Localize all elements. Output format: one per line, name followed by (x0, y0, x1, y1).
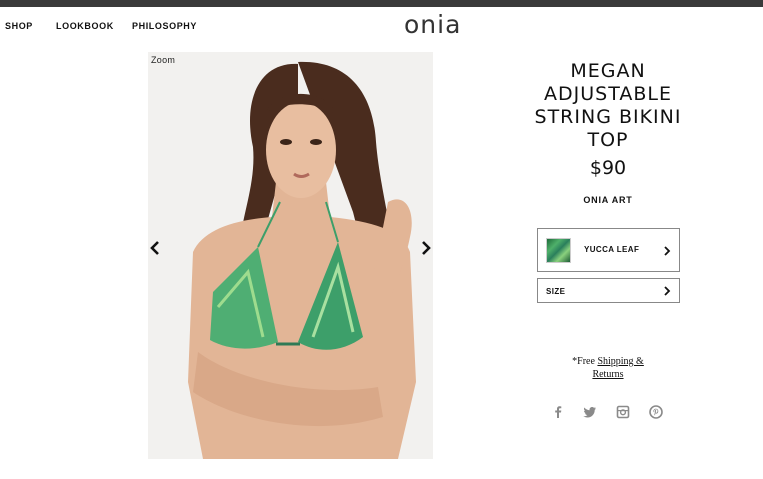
twitter-icon (583, 407, 596, 418)
returns-link[interactable]: Returns (592, 369, 623, 380)
color-label: YUCCA LEAF (584, 245, 640, 254)
product-image[interactable] (148, 52, 433, 459)
nav-philosophy[interactable]: PHILOSOPHY (132, 21, 197, 31)
color-selector[interactable]: YUCCA LEAF (537, 228, 680, 272)
product-collection[interactable]: ONIA ART (520, 195, 696, 205)
chevron-right-icon (664, 286, 671, 296)
pinterest-icon (649, 405, 663, 419)
instagram-link[interactable] (616, 405, 630, 419)
model-illustration (188, 61, 416, 459)
product-title-line: ADJUSTABLE (544, 83, 672, 105)
facebook-link[interactable] (551, 405, 565, 419)
product-title-line: TOP (587, 129, 629, 151)
brand-logo[interactable]: onia (404, 10, 461, 39)
product-price: $90 (589, 157, 627, 179)
facebook-icon (555, 406, 562, 418)
chevron-right-icon (664, 246, 671, 256)
shipping-link[interactable]: Shipping & (597, 356, 643, 367)
pinterest-link[interactable] (649, 405, 663, 419)
prev-image-button[interactable] (148, 240, 162, 256)
product-title-line: STRING BIKINI (534, 106, 682, 128)
shipping-prefix: *Free (572, 356, 598, 367)
next-image-button[interactable] (419, 240, 433, 256)
instagram-icon (616, 405, 630, 419)
shipping-note: *Free Shipping & Returns (520, 355, 696, 381)
size-label: SIZE (546, 287, 566, 296)
chevron-right-icon (422, 241, 431, 255)
size-selector[interactable]: SIZE (537, 278, 680, 303)
chevron-left-icon (150, 241, 159, 255)
top-bar (0, 0, 763, 7)
zoom-link[interactable]: Zoom (151, 55, 175, 65)
nav-lookbook[interactable]: LOOKBOOK (56, 21, 114, 31)
color-swatch (546, 238, 571, 263)
product-title: MEGAN ADJUSTABLE STRING BIKINI TOP (520, 60, 696, 152)
twitter-link[interactable] (583, 405, 597, 419)
nav-shop[interactable]: SHOP (5, 21, 33, 31)
product-title-line: MEGAN (570, 60, 646, 82)
